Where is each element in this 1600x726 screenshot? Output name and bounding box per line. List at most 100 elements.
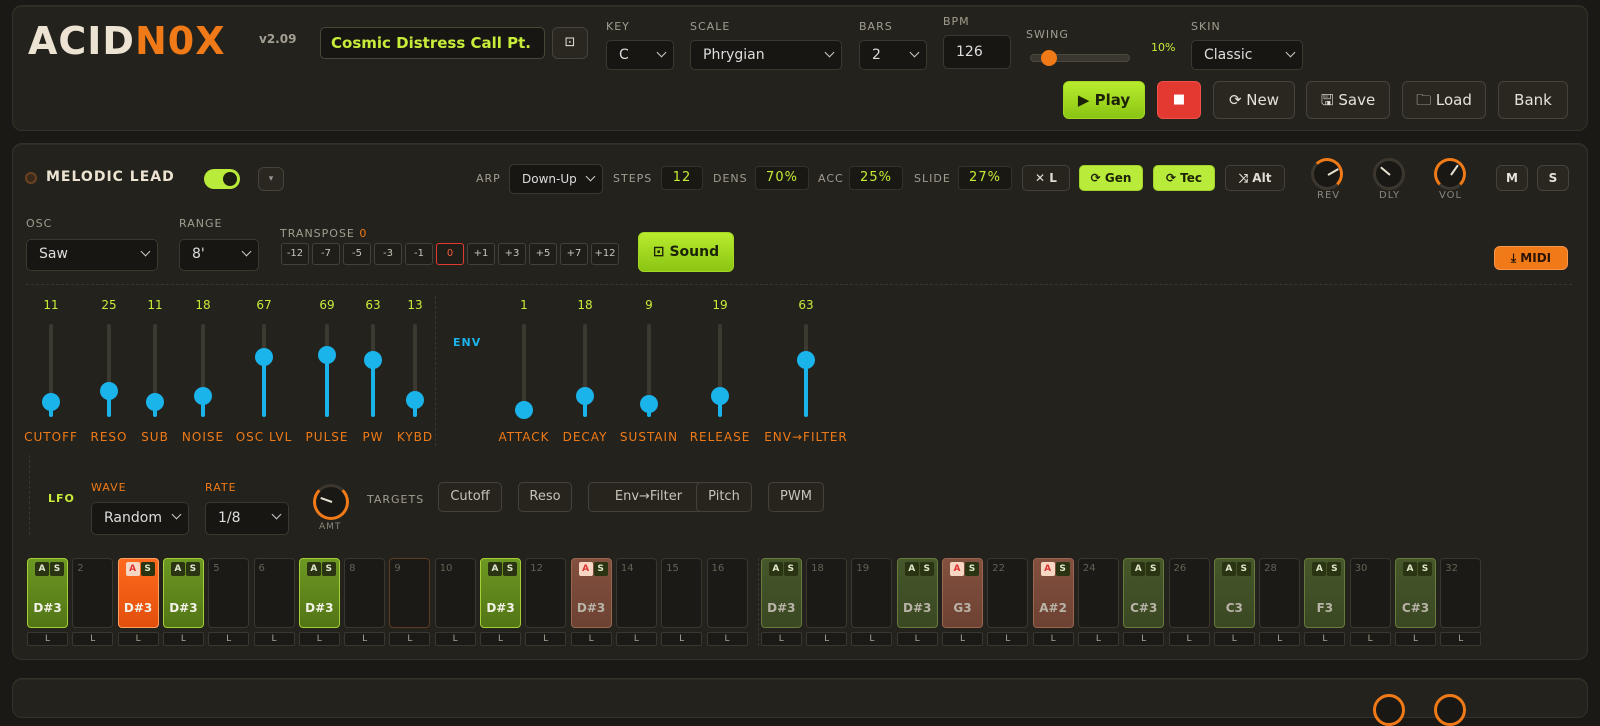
step-length-toggle[interactable]: L (942, 632, 983, 646)
rev-knob[interactable] (1373, 694, 1405, 726)
lfo-target-button[interactable]: Cutoff (438, 482, 502, 512)
transpose-button[interactable]: +1 (467, 243, 495, 265)
step-length-toggle[interactable]: L (1213, 632, 1255, 646)
swing-slider[interactable] (1030, 50, 1130, 66)
step-length-toggle[interactable]: L (570, 632, 612, 646)
step-length-toggle[interactable]: L (760, 632, 802, 646)
step-length-toggle[interactable]: L (1349, 632, 1391, 646)
sequencer-step[interactable]: 2 (72, 558, 114, 628)
solo-button[interactable]: S (1537, 165, 1569, 191)
sequencer-step[interactable]: 12 (525, 558, 567, 628)
accent-toggle[interactable]: A (768, 562, 783, 576)
slide-toggle[interactable]: S (1418, 562, 1432, 576)
sequencer-step[interactable]: A S D#3 (480, 558, 521, 628)
sequencer-step[interactable]: A S D#3 (570, 558, 612, 628)
fader-thumb[interactable] (711, 386, 729, 405)
transpose-button[interactable]: -5 (343, 243, 371, 265)
save-button[interactable]: 🖫 Save (1306, 81, 1390, 119)
pattern-name-field[interactable]: Cosmic Distress Call Pt. (320, 27, 545, 59)
step-length-toggle[interactable]: L (117, 632, 159, 646)
accent-toggle[interactable]: A (1040, 562, 1055, 576)
bars-select[interactable]: 2 (859, 40, 927, 70)
new-button[interactable]: ⟳ New (1213, 81, 1295, 119)
accent-toggle[interactable]: A (1131, 562, 1146, 576)
lfo-target-button[interactable]: Reso (518, 482, 572, 512)
key-select[interactable]: C (606, 40, 674, 70)
accent-toggle[interactable]: A (488, 562, 502, 576)
track-menu-button[interactable]: ▾ (258, 167, 284, 191)
fader-thumb[interactable] (364, 350, 382, 369)
sequencer-step[interactable]: A S D#3 (760, 558, 802, 628)
step-length-toggle[interactable]: L (706, 632, 748, 646)
fader-thumb[interactable] (318, 346, 336, 365)
slide-toggle[interactable]: S (1146, 562, 1161, 576)
slide-value[interactable]: 27% (958, 166, 1012, 190)
lfo-amount-knob[interactable] (313, 484, 349, 520)
sequencer-step[interactable]: 30 (1349, 558, 1391, 628)
step-length-toggle[interactable]: L (1440, 632, 1482, 646)
step-length-toggle[interactable]: L (525, 632, 567, 646)
sequencer-step[interactable]: A S C#3 (1395, 558, 1436, 628)
fader-thumb[interactable] (797, 350, 815, 369)
arp-select[interactable]: Down-Up (509, 164, 603, 194)
osc-select[interactable]: Saw (26, 239, 158, 271)
slide-toggle[interactable]: S (321, 562, 336, 576)
track-enable-toggle[interactable] (204, 169, 240, 189)
sequencer-step[interactable]: 9 (389, 558, 431, 628)
sequencer-step[interactable]: A S D#3 (162, 558, 204, 628)
step-length-toggle[interactable]: L (806, 632, 848, 646)
sequencer-step[interactable]: 19 (851, 558, 893, 628)
slide-toggle[interactable]: S (185, 562, 200, 576)
range-select[interactable]: 8' (179, 239, 259, 271)
lock-toggle[interactable]: ✕ L (1022, 165, 1070, 191)
step-length-toggle[interactable]: L (1123, 632, 1165, 646)
step-length-toggle[interactable]: L (434, 632, 476, 646)
transpose-button[interactable]: +3 (498, 243, 526, 265)
vol-knob[interactable] (1434, 158, 1466, 190)
lfo-rate-select[interactable]: 1/8 (205, 502, 289, 535)
fader-thumb[interactable] (146, 393, 164, 412)
swing-thumb[interactable] (1041, 50, 1057, 66)
accent-toggle[interactable]: A (578, 562, 593, 576)
sequencer-step[interactable]: 15 (661, 558, 703, 628)
sequencer-step[interactable]: A S D#3 (298, 558, 340, 628)
sequencer-step[interactable]: A S A#2 (1032, 558, 1074, 628)
slide-toggle[interactable]: S (593, 562, 608, 576)
transpose-button[interactable]: 0 (436, 243, 464, 265)
slide-toggle[interactable]: S (919, 562, 934, 576)
accent-toggle[interactable]: A (1403, 562, 1417, 576)
step-length-toggle[interactable]: L (1304, 632, 1346, 646)
step-length-toggle[interactable]: L (162, 632, 204, 646)
slide-toggle[interactable]: S (965, 562, 979, 576)
fader-thumb[interactable] (640, 394, 658, 413)
step-length-toggle[interactable]: L (208, 632, 250, 646)
sequencer-step[interactable]: 10 (434, 558, 476, 628)
alt-toggle[interactable]: ⤨ Alt (1225, 165, 1285, 191)
sequencer-step[interactable]: 18 (806, 558, 848, 628)
accent-toggle[interactable]: A (904, 562, 919, 576)
play-button[interactable]: ▶ Play (1063, 81, 1145, 119)
fader-thumb[interactable] (100, 381, 118, 400)
bpm-input[interactable]: 126 (943, 35, 1011, 69)
sequencer-step[interactable]: 26 (1168, 558, 1210, 628)
steps-value[interactable]: 12 (661, 166, 703, 190)
step-length-toggle[interactable]: L (298, 632, 340, 646)
sequencer-step[interactable]: 16 (706, 558, 748, 628)
step-length-toggle[interactable]: L (661, 632, 703, 646)
step-length-toggle[interactable]: L (27, 632, 68, 646)
midi-export-button[interactable]: ⤓ MIDI (1494, 246, 1568, 270)
transpose-button[interactable]: +5 (529, 243, 557, 265)
sequencer-step[interactable]: A S D#3 (117, 558, 159, 628)
mute-button[interactable]: M (1496, 165, 1528, 191)
slide-toggle[interactable]: S (1055, 562, 1070, 576)
step-length-toggle[interactable]: L (389, 632, 431, 646)
bank-button[interactable]: Bank (1498, 81, 1568, 119)
lfo-target-button[interactable]: PWM (768, 482, 824, 512)
sequencer-step[interactable]: A S G3 (942, 558, 983, 628)
step-length-toggle[interactable]: L (72, 632, 114, 646)
transpose-button[interactable]: -7 (312, 243, 340, 265)
accent-toggle[interactable]: A (35, 562, 49, 576)
step-length-toggle[interactable]: L (480, 632, 521, 646)
vol-knob[interactable] (1434, 694, 1466, 726)
sequencer-step[interactable]: 8 (344, 558, 386, 628)
